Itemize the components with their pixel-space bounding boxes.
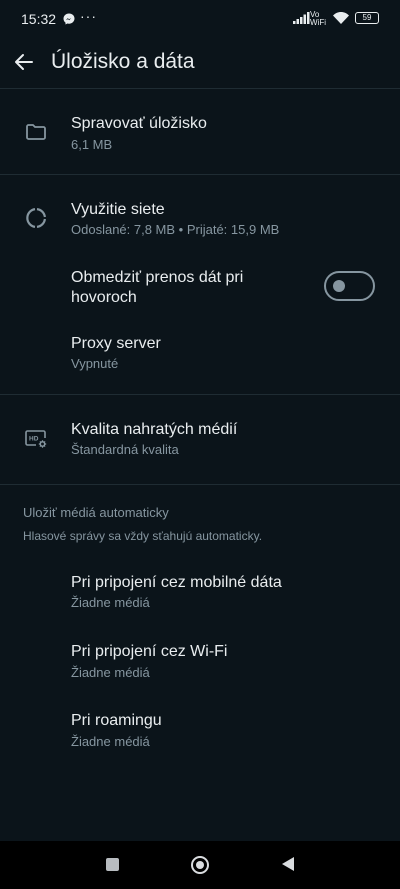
media-quality-item[interactable]: HD Kvalita nahratých médií Štandardná kv… (0, 406, 400, 476)
toggle-knob (333, 280, 345, 292)
status-time: 15:32 (21, 11, 57, 27)
svg-text:HD: HD (29, 436, 39, 443)
media-quality-value: Štandardná kvalita (71, 442, 179, 457)
manage-storage-title: Spravovať úložisko (71, 115, 207, 132)
limit-call-data-title-line2: hovoroch (71, 289, 137, 306)
auto-download-wifi-value: Žiadne médiá (71, 665, 150, 680)
network-usage-summary: Odoslané: 7,8 MB • Prijaté: 15,9 MB (71, 222, 280, 237)
status-bar: 15:32 ··· Vo WiFi 59 (0, 0, 400, 40)
limit-call-data-item[interactable]: Obmedziť prenos dát pri hovoroch (0, 262, 400, 322)
auto-download-header: Uložiť médiá automaticky (23, 505, 169, 520)
recents-square-icon[interactable] (106, 858, 119, 871)
network-usage-title: Využitie siete (71, 201, 165, 218)
auto-download-roaming-value: Žiadne médiá (71, 734, 150, 749)
data-usage-icon (26, 208, 46, 228)
page-title: Úložisko a dáta (51, 50, 195, 73)
media-quality-title: Kvalita nahratých médií (71, 421, 238, 438)
home-circle-icon[interactable] (191, 856, 209, 874)
folder-icon (26, 124, 46, 140)
auto-download-mobile-title: Pri pripojení cez mobilné dáta (71, 574, 282, 591)
limit-call-data-title-line1: Obmedziť prenos dát pri (71, 269, 244, 286)
divider (0, 88, 400, 89)
proxy-server-status: Vypnuté (71, 356, 119, 371)
auto-download-roaming-title: Pri roamingu (71, 712, 162, 729)
divider (0, 174, 400, 175)
battery-icon: 59 (355, 12, 379, 24)
signal-icon (293, 12, 310, 24)
wifi-icon (333, 12, 349, 24)
manage-storage-item[interactable]: Spravovať úložisko 6,1 MB (0, 100, 400, 172)
auto-download-mobile-item[interactable]: Pri pripojení cez mobilné dáta Žiadne mé… (0, 566, 400, 624)
network-usage-item[interactable]: Využitie siete Odoslané: 7,8 MB • Prijat… (0, 186, 400, 254)
limit-call-data-toggle[interactable] (324, 271, 375, 301)
auto-download-roaming-item[interactable]: Pri roamingu Žiadne médiá (0, 706, 400, 764)
divider (0, 484, 400, 485)
proxy-server-item[interactable]: Proxy server Vypnuté (0, 326, 400, 382)
back-triangle-icon[interactable] (281, 856, 295, 872)
divider (0, 394, 400, 395)
home-circle-inner (196, 861, 204, 869)
proxy-server-title: Proxy server (71, 335, 161, 352)
auto-download-mobile-value: Žiadne médiá (71, 595, 150, 610)
more-dots-icon: ··· (80, 8, 97, 24)
messenger-icon (63, 13, 75, 25)
hd-settings-icon: HD (25, 430, 47, 448)
auto-download-wifi-title: Pri pripojení cez Wi-Fi (71, 643, 228, 660)
manage-storage-size: 6,1 MB (71, 137, 113, 152)
app-bar: Úložisko a dáta (0, 40, 400, 88)
vowifi-label: Vo WiFi (310, 10, 326, 27)
system-nav-bar (0, 841, 400, 889)
arrow-left-icon[interactable] (10, 48, 38, 76)
auto-download-note: Hlasové správy sa vždy sťahujú automatic… (23, 529, 263, 543)
auto-download-wifi-item[interactable]: Pri pripojení cez Wi-Fi Žiadne médiá (0, 636, 400, 694)
